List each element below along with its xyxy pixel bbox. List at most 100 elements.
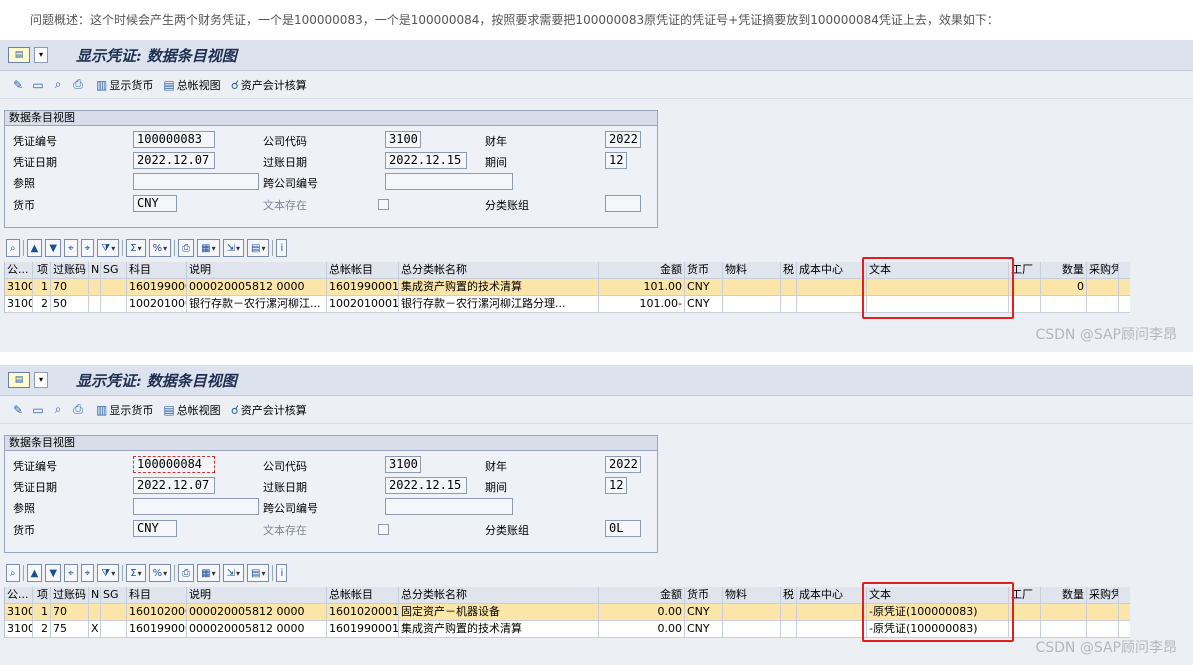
column-header[interactable]: 科目 xyxy=(127,262,187,278)
reference-field[interactable] xyxy=(133,498,259,515)
table-cell[interactable]: 1601020001 xyxy=(327,604,399,620)
table-cell[interactable]: 50 xyxy=(51,296,89,312)
reference-field[interactable] xyxy=(133,173,259,190)
table-cell[interactable] xyxy=(1087,604,1119,620)
period-field[interactable]: 12 xyxy=(605,477,627,494)
export-button[interactable]: ⇲ xyxy=(222,564,244,582)
layout-button[interactable]: ▤ xyxy=(246,564,270,582)
table-cell[interactable]: 0.00 xyxy=(599,621,685,637)
ledger-group-field[interactable]: 0L xyxy=(605,520,641,537)
column-header[interactable]: 物料 xyxy=(723,262,781,278)
sap-menu-icon[interactable]: ▤ xyxy=(8,47,30,63)
fiscal-year-field[interactable]: 2022 xyxy=(605,131,641,148)
column-header[interactable]: 货币 xyxy=(685,262,723,278)
table-cell[interactable]: 1601990001 xyxy=(327,279,399,295)
ledger-group-field[interactable] xyxy=(605,195,641,212)
pen-icon[interactable]: ✎ xyxy=(10,403,26,417)
column-header[interactable]: 货币 xyxy=(685,587,723,603)
table-cell[interactable] xyxy=(101,604,127,620)
display-currency-button[interactable]: ▥ 显示货币 xyxy=(96,402,153,418)
subtotal-button[interactable]: % xyxy=(148,564,172,582)
table-cell[interactable]: 3100 xyxy=(5,296,33,312)
table-cell[interactable] xyxy=(1041,296,1087,312)
table-cell[interactable]: 1 xyxy=(33,279,51,295)
sum-button[interactable]: Σ xyxy=(126,564,146,582)
info-button[interactable]: i xyxy=(276,239,288,257)
subtotal-button[interactable]: % xyxy=(148,239,172,257)
column-header[interactable]: 总帐帐目 xyxy=(327,262,399,278)
find-next-button[interactable]: ⌖ xyxy=(80,239,95,257)
details-button[interactable]: ⌕ xyxy=(6,239,20,257)
table-cell[interactable]: 1002010001 xyxy=(327,296,399,312)
find-button[interactable]: ⌖ xyxy=(64,564,78,582)
doc-no-field[interactable]: 100000084 xyxy=(133,456,215,473)
table-cell[interactable]: 70 xyxy=(51,604,89,620)
column-header[interactable]: 金额 xyxy=(599,587,685,603)
print-icon[interactable]: ⎙ xyxy=(70,77,86,92)
column-header[interactable]: 金额 xyxy=(599,262,685,278)
document-icon[interactable]: ▭ xyxy=(30,403,46,417)
column-header[interactable]: N xyxy=(89,587,101,603)
table-cell[interactable] xyxy=(1041,604,1087,620)
cross-company-field[interactable] xyxy=(385,173,513,190)
column-header[interactable]: 税 xyxy=(781,587,797,603)
table-cell[interactable]: 101.00 xyxy=(599,279,685,295)
table-cell[interactable]: 70 xyxy=(51,279,89,295)
details-button[interactable]: ⌕ xyxy=(6,564,20,582)
table-cell[interactable]: 银行存款－农行漯河柳江... xyxy=(187,296,327,312)
find-next-button[interactable]: ⌖ xyxy=(80,564,95,582)
column-header[interactable]: 数量 xyxy=(1041,587,1087,603)
table-cell[interactable] xyxy=(723,621,781,637)
table-cell[interactable]: 000020005812 0000 xyxy=(187,621,327,637)
doc-no-field[interactable]: 100000083 xyxy=(133,131,215,148)
gl-view-button[interactable]: ▤ 总帐视图 xyxy=(163,77,220,93)
column-header[interactable]: 总帐帐目 xyxy=(327,587,399,603)
period-field[interactable]: 12 xyxy=(605,152,627,169)
table-cell[interactable] xyxy=(797,279,867,295)
table-cell[interactable]: 1601020001 xyxy=(127,604,187,620)
table-cell[interactable] xyxy=(781,296,797,312)
company-code-field[interactable]: 3100 xyxy=(385,131,421,148)
currency-field[interactable]: CNY xyxy=(133,520,177,537)
table-cell[interactable] xyxy=(797,621,867,637)
table-cell[interactable]: 1 xyxy=(33,604,51,620)
table-cell[interactable]: 2 xyxy=(33,296,51,312)
sort-asc-button[interactable]: ▲ xyxy=(26,239,43,257)
table-cell[interactable] xyxy=(101,296,127,312)
print-icon[interactable]: ⎙ xyxy=(70,402,86,417)
column-header[interactable]: 税 xyxy=(781,262,797,278)
table-cell[interactable]: 2 xyxy=(33,621,51,637)
table-cell[interactable]: 75 xyxy=(51,621,89,637)
column-header[interactable]: 科目 xyxy=(127,587,187,603)
column-header[interactable]: 说明 xyxy=(187,587,327,603)
table-cell[interactable] xyxy=(781,621,797,637)
table-cell[interactable]: 1601990001 xyxy=(327,621,399,637)
column-header[interactable]: 说明 xyxy=(187,262,327,278)
table-cell[interactable] xyxy=(797,604,867,620)
table-cell[interactable] xyxy=(1087,296,1119,312)
column-header[interactable]: 项 xyxy=(33,262,51,278)
column-header[interactable]: 成本中心 xyxy=(797,262,867,278)
table-cell[interactable]: CNY xyxy=(685,279,723,295)
column-header[interactable]: 总分类帐名称 xyxy=(399,587,599,603)
column-header[interactable]: 采购凭 xyxy=(1087,262,1119,278)
table-cell[interactable]: 集成资产购置的技术清算 xyxy=(399,279,599,295)
document-icon[interactable]: ▭ xyxy=(30,78,46,92)
doc-date-field[interactable]: 2022.12.07 xyxy=(133,152,215,169)
table-cell[interactable]: CNY xyxy=(685,296,723,312)
table-cell[interactable]: 3100 xyxy=(5,279,33,295)
table-cell[interactable]: 3100 xyxy=(5,621,33,637)
table-cell[interactable]: 1601990001 xyxy=(127,279,187,295)
sort-asc-button[interactable]: ▲ xyxy=(26,564,43,582)
table-cell[interactable]: 000020005812 0000 xyxy=(187,279,327,295)
table-cell[interactable]: 集成资产购置的技术清算 xyxy=(399,621,599,637)
company-code-field[interactable]: 3100 xyxy=(385,456,421,473)
currency-field[interactable]: CNY xyxy=(133,195,177,212)
table-cell[interactable]: 0 xyxy=(1041,279,1087,295)
column-header[interactable]: 物料 xyxy=(723,587,781,603)
column-header[interactable]: SG xyxy=(101,262,127,278)
cross-company-field[interactable] xyxy=(385,498,513,515)
table-cell[interactable]: X xyxy=(89,621,101,637)
table-cell[interactable] xyxy=(781,279,797,295)
sort-desc-button[interactable]: ▼ xyxy=(45,564,62,582)
